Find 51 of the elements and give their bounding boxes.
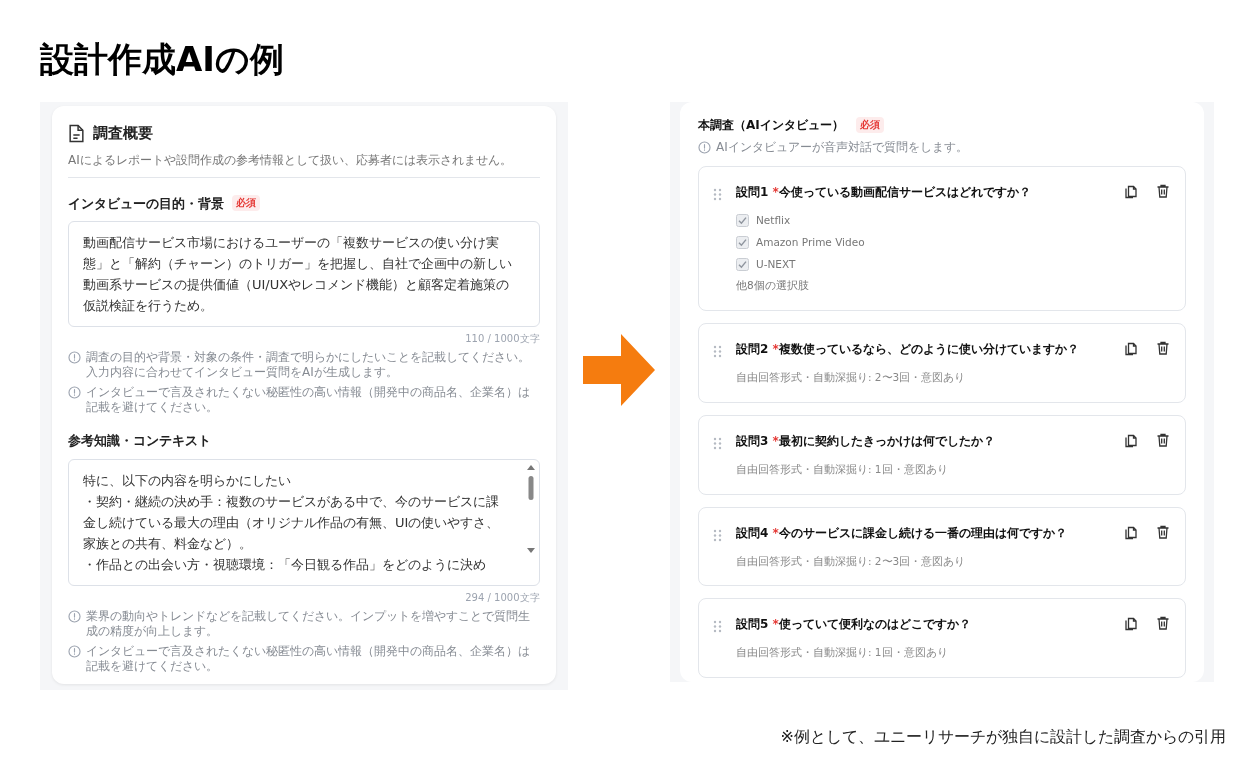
info-icon xyxy=(68,609,81,623)
hint-text: インタビューで言及されたくない秘匿性の高い情報（開発中の商品名、企業名）は記載を避けてください。 xyxy=(86,385,531,415)
right-arrow-icon xyxy=(582,334,655,406)
field-label: インタビューの目的・背景 xyxy=(68,194,224,213)
text-area[interactable]: 動画配信サービス市場におけるユーザーの「複数サービスの使い分け実態」と「解約（チャーン）のトリガー」を把握し、自社で企画中の新しい動画系サービスの提供価値（UI/UXやレコメンド機能）と顧客定着施策の仮説検証を行うため。 xyxy=(68,221,540,327)
document-icon xyxy=(68,123,85,143)
copy-icon[interactable] xyxy=(1123,340,1139,356)
trash-icon[interactable] xyxy=(1155,183,1171,199)
character-counter: 110 / 1000文字 xyxy=(465,332,540,346)
copy-icon[interactable] xyxy=(1123,615,1139,632)
question-meta: 自由回答形式・自動深掘り: 2〜3回・意図あり xyxy=(736,553,967,569)
trash-icon[interactable] xyxy=(1155,340,1171,356)
question-meta: 自由回答形式・自動深掘り: 2〜3回・意図あり xyxy=(736,370,967,385)
required-badge: 必須 xyxy=(232,195,260,212)
drag-handle-icon[interactable] xyxy=(713,188,722,201)
hint-text: 業界の動向やトレンドなどを記載してください。インプットを増やすことで質問生成の精度が向上します。 xyxy=(86,608,531,639)
trash-icon[interactable] xyxy=(1155,615,1171,632)
question-title: 設問3 *最初に契約したきっかけは何でしたか？ xyxy=(736,432,995,450)
question-title: 設問4 *今のサービスに課金し続ける一番の理由は何ですか？ xyxy=(736,524,1067,542)
option-label: U-NEXT xyxy=(756,256,796,272)
text-area[interactable]: 特に、以下の内容を明らかにしたい ・契約・継続の決め手：複数のサービスがある中で、今のサービスに課金し続けている最大の理由（オリジナル作品の有無、UIの使いやすさ、家族との共有、料金など）。 ・作品との出会い方・視聴環境：「今日観る作品」をどのように決め xyxy=(68,458,540,586)
question-meta: 自由回答形式・自動深掘り: 1回・意図あり xyxy=(736,645,949,661)
info-icon xyxy=(68,386,81,399)
drag-handle-icon[interactable] xyxy=(713,620,722,634)
more-options-text: 他8個の選択肢 xyxy=(736,278,810,294)
section-title: 調査概要 xyxy=(93,123,153,144)
info-icon xyxy=(698,141,711,154)
field-label: 参考知識・コンテキスト xyxy=(68,432,211,450)
drag-handle-icon[interactable] xyxy=(713,436,722,450)
option-label: Amazon Prime Video xyxy=(756,234,865,250)
drag-handle-icon[interactable] xyxy=(713,345,722,358)
hint-text: 調査の目的や背景・対象の条件・調査で明らかにしたいことを記載してください。入力内容に合わせてインタビュー質問をAIが生成します。 xyxy=(86,350,531,380)
hint-text: インタビューで言及されたくない秘匿性の高い情報（開発中の商品名、企業名）は記載を避けてください。 xyxy=(86,643,531,674)
question-meta: 自由回答形式・自動深掘り: 1回・意図あり xyxy=(736,461,949,477)
copy-icon[interactable] xyxy=(1123,183,1139,199)
character-counter: 294 / 1000文字 xyxy=(465,590,540,605)
info-icon xyxy=(68,644,81,658)
trash-icon[interactable] xyxy=(1155,523,1171,540)
option-label: Netflix xyxy=(756,213,791,228)
footnote: ※例として、ユニーリサーチが独自に設計した調査からの引用 xyxy=(780,726,1226,748)
section-description: AIによるレポートや設問作成の参考情報として扱い、応募者には表示されません。 xyxy=(68,150,540,178)
question-title: 設問1 *今使っている動画配信サービスはどれですか？ xyxy=(736,184,1031,201)
hint-text: AIインタビュアーが音声対話で質問をします。 xyxy=(716,139,968,156)
slide-title: 設計作成AIの例 xyxy=(40,38,285,80)
question-title: 設問5 *使っていて便利なのはどこですか？ xyxy=(736,616,971,634)
question-title: 設問2 *複数使っているなら、どのように使い分けていますか？ xyxy=(736,341,1079,358)
section-title: 本調査（AIインタビュー） xyxy=(698,117,844,134)
drag-handle-icon[interactable] xyxy=(713,528,722,542)
trash-icon[interactable] xyxy=(1155,431,1171,448)
info-icon xyxy=(68,351,81,364)
required-badge: 必須 xyxy=(855,117,884,133)
